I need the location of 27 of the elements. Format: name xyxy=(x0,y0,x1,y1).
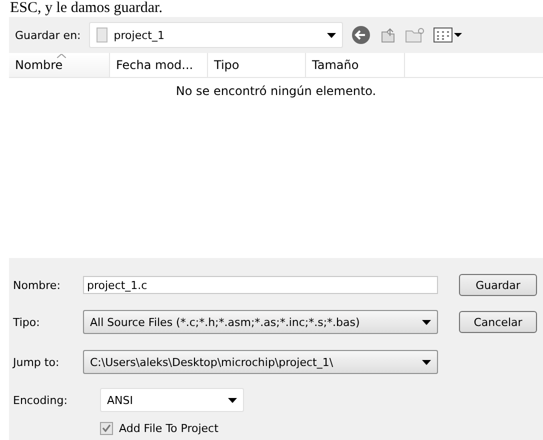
field-label: Jump to: xyxy=(13,356,60,368)
dropdown-arrow-icon xyxy=(422,360,431,364)
dropdown-field[interactable]: C:\Users\aleks\Desktop\microchip\project_1\ xyxy=(83,350,438,374)
field-label: Guardar en: xyxy=(15,28,81,42)
checkbox[interactable] xyxy=(100,422,113,434)
view-menu-icon[interactable] xyxy=(432,27,463,43)
folder-icon xyxy=(96,27,108,43)
back-icon[interactable] xyxy=(350,25,371,45)
dropdown-arrow-icon xyxy=(422,320,431,324)
dropdown-arrow-icon xyxy=(326,32,336,38)
field-label: Encoding: xyxy=(13,394,68,406)
checkbox-label: Add File To Project xyxy=(119,422,218,434)
field-label: Tipo: xyxy=(13,316,40,328)
dropdown-arrow-icon xyxy=(228,398,237,402)
caption-text: ESC, y le damos guardar. xyxy=(9,0,164,17)
empty-message: No se encontró ningún elemento. xyxy=(176,84,376,98)
location-dropdown[interactable]: project_1 xyxy=(88,22,343,48)
dialog-button[interactable]: Cancelar xyxy=(459,311,537,333)
filename-field[interactable]: project_1.c xyxy=(83,276,438,294)
new-folder-icon[interactable] xyxy=(404,27,425,43)
column-header[interactable]: Nombre xyxy=(9,53,110,77)
sort-icon xyxy=(57,54,66,58)
dropdown-field[interactable]: ANSI xyxy=(100,388,244,412)
up-folder-icon[interactable] xyxy=(378,26,397,44)
dialog-button[interactable]: Guardar xyxy=(459,274,537,296)
dropdown-field[interactable]: All Source Files (*.c;*.h;*.asm;*.as;*.inc;*.s;*.bas) xyxy=(83,310,438,334)
field-label: Nombre: xyxy=(13,278,60,292)
